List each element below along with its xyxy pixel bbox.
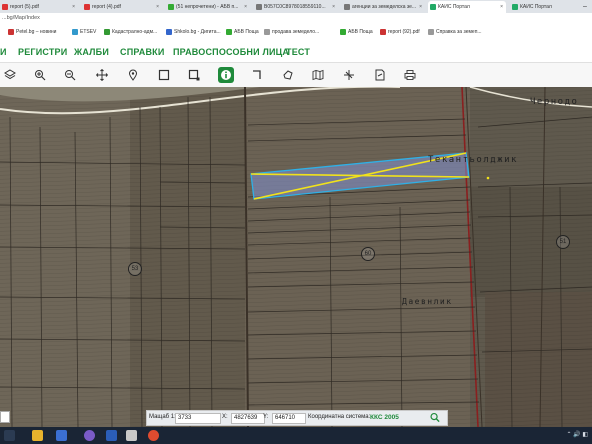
pdf-icon bbox=[84, 4, 90, 10]
kais-icon bbox=[512, 4, 518, 10]
bookmark-icon bbox=[226, 29, 232, 35]
close-icon[interactable]: × bbox=[329, 4, 338, 10]
browser-tab[interactable]: report (4).pdf × bbox=[82, 1, 162, 13]
search-icon[interactable] bbox=[429, 412, 441, 423]
coord-system-value[interactable]: ККС 2005 bbox=[370, 414, 399, 421]
info-icon[interactable] bbox=[218, 67, 234, 83]
menu-item-registers[interactable]: РЕГИСТРИ bbox=[18, 47, 67, 57]
folder-icon[interactable] bbox=[32, 430, 43, 441]
browser-tab[interactable]: КАИС Портал bbox=[510, 1, 562, 13]
map-canvas[interactable]: Чернодо Текантьолджик Даевнлик 53 60 51 bbox=[0, 87, 592, 427]
bookmark-icon bbox=[104, 29, 110, 35]
bookmark[interactable]: Shkolo.bg - Дигита... bbox=[166, 29, 221, 35]
close-icon[interactable]: × bbox=[241, 4, 250, 10]
bookmark-icon bbox=[264, 29, 270, 35]
document-icon bbox=[256, 4, 262, 10]
map-label-area: Текантьолджик bbox=[428, 155, 518, 165]
close-icon[interactable]: × bbox=[69, 4, 78, 10]
select-area-icon[interactable] bbox=[186, 67, 202, 83]
measure-distance-icon[interactable] bbox=[249, 67, 265, 83]
viber-icon[interactable] bbox=[84, 430, 95, 441]
os-taskbar: ⌃ 🔊 ◧ bbox=[0, 427, 592, 444]
parcel-number: 60 bbox=[361, 247, 375, 261]
menu-item-reports[interactable]: СПРАВКИ bbox=[120, 47, 165, 57]
map-label-area: Даевнлик bbox=[402, 297, 453, 306]
menu-item-licensed-persons[interactable]: ПРАВОСПОСОБНИ ЛИЦА bbox=[173, 47, 289, 57]
document-icon bbox=[344, 4, 350, 10]
scale-input[interactable]: 3733 bbox=[175, 413, 221, 424]
mail-icon bbox=[168, 4, 174, 10]
bookmark[interactable]: АБВ Поща bbox=[226, 29, 259, 35]
layers-icon[interactable] bbox=[2, 67, 18, 83]
bookmark[interactable]: ETSEV bbox=[72, 29, 96, 35]
address-bar[interactable]: ...bg/Map/Index bbox=[0, 13, 592, 27]
select-rectangle-icon[interactable] bbox=[156, 67, 172, 83]
browser-tab-bar: report (5).pdf × report (4).pdf × (51 не… bbox=[0, 0, 592, 13]
bookmark[interactable]: АБВ Поща bbox=[340, 29, 373, 35]
coordinates-bar: Мащаб 1: 3733 X: 4827639 Y: 646710 Коорд… bbox=[146, 410, 448, 426]
app-icon[interactable] bbox=[126, 430, 137, 441]
bookmark-icon bbox=[428, 29, 434, 35]
word-icon[interactable] bbox=[106, 430, 117, 441]
main-menu: И РЕГИСТРИ ЖАЛБИ СПРАВКИ ПРАВОСПОСОБНИ Л… bbox=[0, 40, 592, 62]
coord-system-label: Координатна система: bbox=[308, 414, 371, 420]
bookmark-icon bbox=[72, 29, 78, 35]
bookmark[interactable]: report (92).pdf bbox=[380, 29, 420, 35]
browser-tab[interactable]: report (5).pdf × bbox=[0, 1, 78, 13]
map-label-locality: Чернодо bbox=[530, 97, 579, 107]
y-coordinate: 646710 bbox=[272, 413, 306, 424]
system-tray: ⌃ 🔊 ◧ bbox=[566, 432, 588, 438]
bookmarks-bar: Petel.bg – новини ETSEV Кадастрално-адм.… bbox=[0, 26, 592, 41]
location-pin-icon[interactable] bbox=[125, 67, 141, 83]
browser-tab[interactable]: B057C0C8978018559110... × bbox=[254, 1, 338, 13]
browser-tab[interactable]: агенции за земеделска зе... × bbox=[342, 1, 424, 13]
marker-point bbox=[486, 176, 490, 180]
zoom-in-icon[interactable] bbox=[32, 67, 48, 83]
start-icon[interactable] bbox=[4, 430, 15, 441]
close-icon[interactable]: × bbox=[416, 4, 424, 10]
map-imagery[interactable] bbox=[0, 87, 592, 427]
parcel-number: 51 bbox=[556, 235, 570, 249]
bookmark-icon bbox=[166, 29, 172, 35]
app-icon[interactable] bbox=[56, 430, 67, 441]
print-icon[interactable] bbox=[402, 67, 418, 83]
parcel-number: 53 bbox=[128, 262, 142, 276]
menu-item-test[interactable]: ТЕСТ bbox=[286, 47, 310, 57]
menu-item[interactable]: И bbox=[0, 47, 7, 57]
x-coordinate: 4827639 bbox=[231, 413, 265, 424]
bookmark[interactable]: продава земедело... bbox=[264, 29, 319, 35]
bookmark[interactable]: Petel.bg – новини bbox=[8, 29, 56, 35]
close-icon[interactable]: × bbox=[497, 4, 506, 10]
bookmark[interactable]: Кадастрално-адм... bbox=[104, 29, 157, 35]
window-controls: – bbox=[578, 0, 592, 13]
measure-area-icon[interactable] bbox=[280, 67, 296, 83]
minimize-icon[interactable]: – bbox=[578, 0, 592, 13]
export-icon[interactable] bbox=[372, 67, 388, 83]
map-icon[interactable] bbox=[310, 67, 326, 83]
ruler-icon[interactable] bbox=[341, 67, 357, 83]
x-label: X: bbox=[222, 414, 228, 420]
browser-tab[interactable]: (51 непрочетени) - АБВ п... × bbox=[166, 1, 250, 13]
map-toolbar bbox=[0, 62, 592, 88]
browser-icon[interactable] bbox=[148, 430, 159, 441]
menu-item-complaints[interactable]: ЖАЛБИ bbox=[74, 47, 109, 57]
zoom-out-icon[interactable] bbox=[62, 67, 78, 83]
browser-tab-active[interactable]: КАИС Портал × bbox=[428, 1, 506, 13]
map-minibox[interactable] bbox=[0, 411, 10, 423]
close-icon[interactable]: × bbox=[153, 4, 162, 10]
bookmark[interactable]: Справка за земеп... bbox=[428, 29, 482, 35]
bookmark-icon bbox=[340, 29, 346, 35]
pdf-icon bbox=[2, 4, 8, 10]
scale-label: Мащаб 1: bbox=[149, 414, 176, 420]
bookmark-icon bbox=[380, 29, 386, 35]
pan-icon[interactable] bbox=[94, 67, 110, 83]
kais-icon bbox=[430, 4, 436, 10]
bookmark-icon bbox=[8, 29, 14, 35]
y-label: Y: bbox=[263, 414, 269, 420]
url-text[interactable]: ...bg/Map/Index bbox=[2, 15, 40, 21]
